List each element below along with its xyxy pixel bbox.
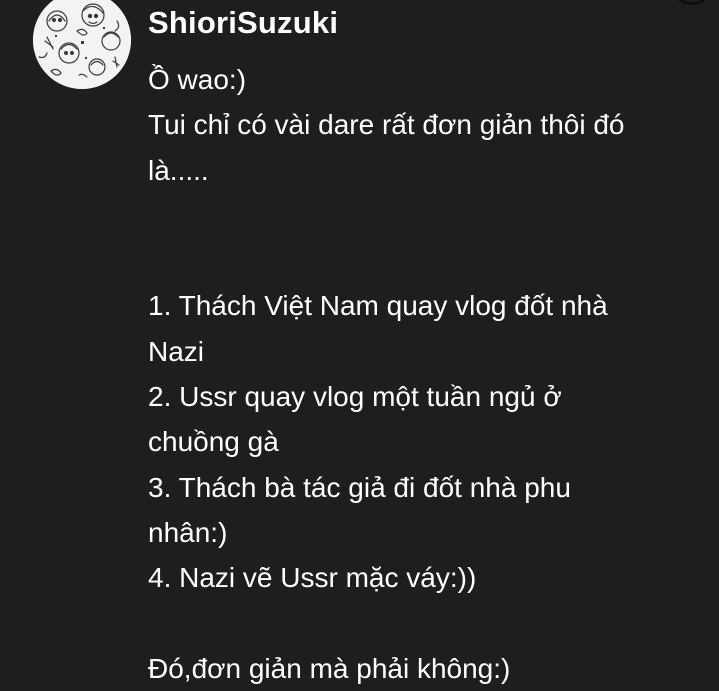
comment-line: 4. Nazi vẽ Ussr mặc váy:)) [148, 562, 477, 594]
comment-body: Ồ wao:) Tui chỉ có vài dare rất đơn giản… [148, 57, 688, 691]
comment-line: 3. Thách bà tác giả đi đốt nhà phu [148, 471, 571, 503]
comment-line: chuồng gà [148, 426, 279, 458]
corner-shape [677, 0, 707, 5]
comment-line: Ồ wao:) [148, 64, 247, 95]
comment-line: 2. Ussr quay vlog một tuần ngủ ở [148, 381, 562, 413]
comment-line: Đó,đơn giản mà phải không:) [148, 652, 511, 684]
comment-line: 1. Thách Việt Nam quay vlog đốt nhà [148, 290, 608, 322]
comment: ShioriSuzuki Ồ wao:) Tui chỉ có vài dare… [0, 0, 719, 691]
comment-line: Tui chỉ có vài dare rất đơn giản thôi đó [148, 109, 625, 141]
comment-line: Nazi [148, 335, 205, 367]
comment-line: là..... [148, 154, 209, 186]
sketch-avatar-icon [33, 0, 131, 89]
username[interactable]: ShioriSuzuki [148, 6, 338, 40]
comment-line: nhân:) [148, 516, 228, 548]
avatar[interactable] [33, 0, 131, 89]
